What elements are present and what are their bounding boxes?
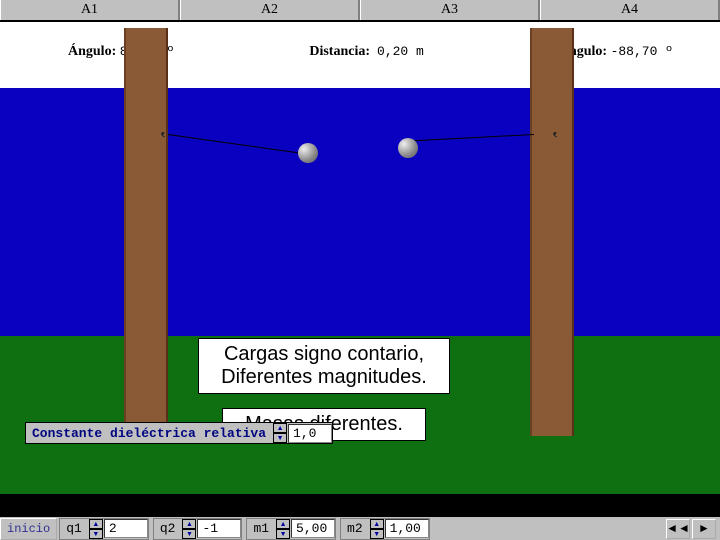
charge-ball-right[interactable] xyxy=(398,138,418,158)
spinner-down-icon[interactable]: ▼ xyxy=(89,529,103,539)
spinner-down-icon[interactable]: ▼ xyxy=(273,433,287,443)
m1-spinner[interactable]: ▲ ▼ xyxy=(276,519,290,539)
post-left xyxy=(124,28,168,436)
m2-label: m2 xyxy=(341,521,369,536)
nav-next-button[interactable]: ► xyxy=(692,519,716,539)
dielectric-label: Constante dieléctrica relativa xyxy=(26,426,272,441)
m1-label: m1 xyxy=(247,521,275,536)
m1-group: m1 ▲ ▼ 5,00 xyxy=(246,518,336,540)
readout-panel: Ángulo: 83,55 º Distancia: 0,20 m Ángulo… xyxy=(0,22,720,88)
spinner-up-icon[interactable]: ▲ xyxy=(182,519,196,529)
tab-bar: A1 A2 A3 A4 xyxy=(0,0,720,22)
hook-right-icon: ‛ xyxy=(552,128,558,149)
tab-a1[interactable]: A1 xyxy=(0,0,180,20)
inicio-button[interactable]: inicio xyxy=(0,518,57,540)
spinner-up-icon[interactable]: ▲ xyxy=(89,519,103,529)
readout-distance: Distancia: 0,20 m xyxy=(288,28,423,76)
q2-value[interactable]: -1 xyxy=(197,519,241,538)
spinner-down-icon[interactable]: ▼ xyxy=(182,529,196,539)
q2-label: q2 xyxy=(154,521,182,536)
m2-value[interactable]: 1,00 xyxy=(385,519,429,538)
spinner-down-icon[interactable]: ▼ xyxy=(370,529,384,539)
tab-a4[interactable]: A4 xyxy=(540,0,720,20)
post-right xyxy=(530,28,574,436)
spinner-up-icon[interactable]: ▲ xyxy=(273,423,287,433)
q1-spinner[interactable]: ▲ ▼ xyxy=(89,519,103,539)
q1-label: q1 xyxy=(60,521,88,536)
m1-value[interactable]: 5,00 xyxy=(291,519,335,538)
dielectric-row: Constante dieléctrica relativa ▲ ▼ 1,0 xyxy=(25,422,333,444)
charge-ball-left[interactable] xyxy=(298,143,318,163)
caption-line-1: Cargas signo contario, xyxy=(209,343,439,366)
dielectric-value[interactable]: 1,0 xyxy=(288,424,332,443)
nav-prev-button[interactable]: ◄◄ xyxy=(666,519,690,539)
wire-left xyxy=(168,134,307,154)
q1-group: q1 ▲ ▼ 2 xyxy=(59,518,149,540)
bottom-bar: inicio q1 ▲ ▼ 2 q2 ▲ ▼ -1 m1 ▲ ▼ 5,00 m2… xyxy=(0,516,720,540)
q2-spinner[interactable]: ▲ ▼ xyxy=(182,519,196,539)
tab-a3[interactable]: A3 xyxy=(360,0,540,20)
wire-right xyxy=(404,134,534,142)
hook-left-icon: ‛ xyxy=(160,128,166,149)
tab-a2[interactable]: A2 xyxy=(180,0,360,20)
q2-group: q2 ▲ ▼ -1 xyxy=(153,518,243,540)
m2-group: m2 ▲ ▼ 1,00 xyxy=(340,518,430,540)
caption-line-2: Diferentes magnitudes. xyxy=(209,366,439,389)
spinner-up-icon[interactable]: ▲ xyxy=(370,519,384,529)
m2-spinner[interactable]: ▲ ▼ xyxy=(370,519,384,539)
spinner-up-icon[interactable]: ▲ xyxy=(276,519,290,529)
simulation-scene: ‛ ‛ Cargas signo contario, Diferentes ma… xyxy=(0,88,720,494)
spinner-down-icon[interactable]: ▼ xyxy=(276,529,290,539)
nav-buttons: ◄◄ ► xyxy=(666,519,720,539)
caption-box-1: Cargas signo contario, Diferentes magnit… xyxy=(198,338,450,394)
q1-value[interactable]: 2 xyxy=(104,519,148,538)
dielectric-spinner[interactable]: ▲ ▼ xyxy=(273,423,287,443)
